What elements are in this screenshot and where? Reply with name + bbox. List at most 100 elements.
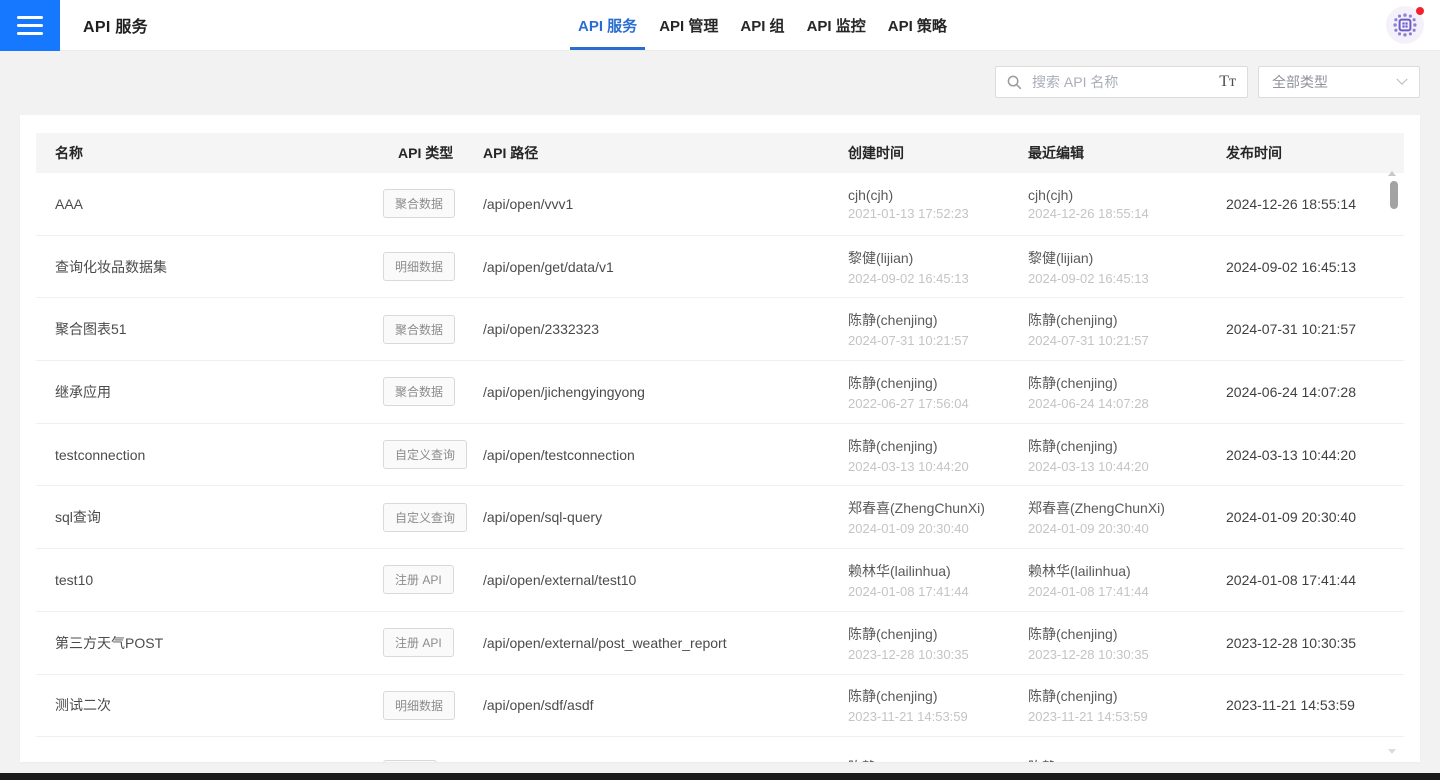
api-type-badge: 聚合数据 [383, 377, 455, 406]
api-type-badge [383, 760, 437, 762]
scrollbar-up-arrow[interactable] [1388, 171, 1396, 176]
tab-1[interactable]: API 管理 [651, 0, 726, 50]
table-row[interactable]: 测试二次明细数据/api/open/sdf/asdf陈静(chenjing)20… [36, 675, 1404, 738]
api-path: /api/open/testconnection [483, 447, 848, 463]
table-row[interactable]: test10注册 API/api/open/external/test10 赖林华… [36, 549, 1404, 612]
edited-cell: cjh(cjh)2024-12-26 18:55:14 [1028, 187, 1226, 221]
tab-4[interactable]: API 策略 [880, 0, 955, 50]
api-name: test10 [55, 572, 383, 588]
table-row[interactable]: 继承应用聚合数据/api/open/jichengyingyong陈静(chen… [36, 361, 1404, 424]
notification-dot [1416, 7, 1424, 15]
search-input[interactable] [1030, 73, 1213, 91]
search-icon [1007, 75, 1022, 90]
api-path: /api/open/external/test10 [483, 572, 848, 588]
api-type-badge: 自定义查询 [383, 440, 467, 469]
tab-0[interactable]: API 服务 [570, 0, 645, 50]
menu-button[interactable] [0, 0, 60, 51]
api-type-cell: 自定义查询 [383, 440, 483, 469]
user-name: 陈静(chenjing) [1028, 757, 1226, 762]
edited-cell: 陈静(chenjing)2024-03-13 10:44:20 [1028, 436, 1226, 474]
search-box: Tᴛ [995, 66, 1248, 98]
api-name: 查询化妆品数据集 [55, 257, 383, 277]
api-path: /api/open/external/post_weather_report [483, 635, 848, 651]
api-name: 继承应用 [55, 382, 383, 402]
api-type-cell: 明细数据 [383, 691, 483, 720]
user-name: cjh(cjh) [848, 187, 1028, 203]
table-row[interactable]: testconnection自定义查询/api/open/testconnect… [36, 424, 1404, 487]
api-name: 第三方天气POST [55, 633, 383, 653]
api-name: 聚合图表51 [55, 319, 383, 339]
tab-3[interactable]: API 监控 [799, 0, 874, 50]
edited-cell: 郑春喜(ZhengChunXi)2024-01-09 20:30:40 [1028, 498, 1226, 536]
created-cell: 陈静(chenjing) [848, 757, 1028, 762]
user-name: 陈静(chenjing) [1028, 436, 1226, 456]
timestamp: 2023-12-28 10:30:35 [848, 647, 1028, 662]
api-name: testconnection [55, 447, 383, 463]
api-type-badge: 注册 API [383, 565, 454, 594]
type-filter-select[interactable]: 全部类型 [1258, 66, 1420, 98]
published-time: 2024-09-02 16:45:13 [1226, 259, 1385, 275]
user-name: 陈静(chenjing) [848, 624, 1028, 644]
api-type-cell: 聚合数据 [383, 315, 483, 344]
column-header-3: 创建时间 [848, 143, 1028, 163]
published-time: 2024-03-13 10:44:20 [1226, 447, 1385, 463]
table-row[interactable]: 陈静(chenjing)陈静(chenjing) [36, 737, 1404, 762]
match-case-icon[interactable]: Tᴛ [1213, 74, 1236, 90]
app-header: API 服务 API 服务 API 管理API 组 API 监控 API 策略 [0, 0, 1440, 51]
user-name: 陈静(chenjing) [848, 436, 1028, 456]
tab-label: API 策略 [888, 15, 947, 36]
timestamp: 2024-06-24 14:07:28 [1028, 396, 1226, 411]
api-type-cell: 注册 API [383, 565, 483, 594]
user-name: 陈静(chenjing) [1028, 624, 1226, 644]
created-cell: 陈静(chenjing)2023-11-21 14:53:59 [848, 686, 1028, 724]
filter-toolbar: Tᴛ 全部类型 [995, 66, 1420, 98]
timestamp: 2023-11-21 14:53:59 [1028, 709, 1226, 724]
table-row[interactable]: 聚合图表51聚合数据/api/open/2332323陈静(chenjing)2… [36, 298, 1404, 361]
user-name: 陈静(chenjing) [848, 373, 1028, 393]
timestamp: 2022-06-27 17:56:04 [848, 396, 1028, 411]
timestamp: 2024-03-13 10:44:20 [848, 459, 1028, 474]
table-row[interactable]: sql查询自定义查询/api/open/sql-query郑春喜(ZhengCh… [36, 486, 1404, 549]
api-type-badge: 聚合数据 [383, 315, 455, 344]
table-row[interactable]: 查询化妆品数据集明细数据/api/open/get/data/v1黎健(liji… [36, 236, 1404, 299]
api-path: /api/open/jichengyingyong [483, 384, 848, 400]
api-name: sql查询 [55, 507, 383, 527]
published-time: 2024-12-26 18:55:14 [1226, 196, 1385, 212]
tab-2[interactable]: API 组 [732, 0, 792, 50]
api-type-cell [383, 759, 483, 762]
page-title: API 服务 [83, 13, 148, 37]
api-path: /api/open/sdf/asdf [483, 697, 848, 713]
published-time: 2023-12-28 10:30:35 [1226, 635, 1385, 651]
column-header-0: 名称 [55, 143, 383, 163]
scrollbar-down-arrow[interactable] [1388, 749, 1396, 754]
user-name: 陈静(chenjing) [1028, 686, 1226, 706]
edited-cell: 陈静(chenjing) 2023-11-21 14:53:59 [1028, 686, 1226, 724]
user-avatar[interactable] [1386, 6, 1424, 44]
api-path: /api/open/sql-query [483, 509, 848, 525]
tab-label: API 监控 [807, 15, 866, 36]
scrollbar-thumb[interactable] [1390, 181, 1398, 209]
created-cell: 黎健(lijian)2024-09-02 16:45:13 [848, 248, 1028, 286]
api-name: 测试二次 [55, 695, 383, 715]
chevron-down-icon [1396, 74, 1407, 85]
published-time: 2023-11-21 14:53:59 [1226, 697, 1385, 713]
table-row[interactable]: 第三方天气POST注册 API/api/open/external/post_w… [36, 612, 1404, 675]
api-type-badge: 聚合数据 [383, 189, 455, 218]
timestamp: 2024-01-08 17:41:44 [1028, 584, 1226, 599]
table-row[interactable]: AAA聚合数据/api/open/vvv1cjh(cjh)2021-01-13 … [36, 173, 1404, 236]
timestamp: 2024-01-09 20:30:40 [1028, 521, 1226, 536]
api-type-badge: 明细数据 [383, 691, 455, 720]
user-name: 黎健(lijian) [1028, 248, 1226, 268]
created-cell: cjh(cjh)2021-01-13 17:52:23 [848, 187, 1028, 221]
timestamp: 2023-11-21 14:53:59 [848, 709, 1028, 724]
api-type-badge: 明细数据 [383, 252, 455, 281]
column-header-1: API 类型 [383, 143, 483, 163]
created-cell: 郑春喜(ZhengChunXi)2024-01-09 20:30:40 [848, 498, 1028, 536]
timestamp: 2024-12-26 18:55:14 [1028, 206, 1226, 221]
api-type-cell: 聚合数据 [383, 377, 483, 406]
created-cell: 陈静(chenjing) 2023-12-28 10:30:35 [848, 624, 1028, 662]
api-path: /api/open/vvv1 [483, 196, 848, 212]
api-type-badge: 注册 API [383, 628, 454, 657]
tab-label: API 服务 [578, 15, 637, 36]
edited-cell: 赖林华(lailinhua)2024-01-08 17:41:44 [1028, 561, 1226, 599]
